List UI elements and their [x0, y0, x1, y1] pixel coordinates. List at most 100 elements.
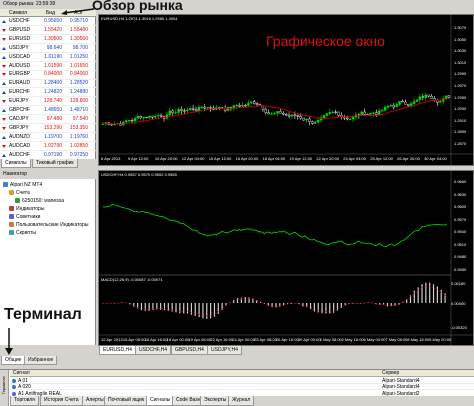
col-symbol[interactable]: Символ: [9, 9, 27, 17]
candle-body: [398, 101, 401, 105]
market-watch-row[interactable]: USDCHF 0.95650 0.95710: [0, 17, 96, 27]
macd-bar: [190, 303, 193, 315]
terminal-tab[interactable]: Журнал: [228, 396, 255, 406]
bid-price: 1.28460: [43, 80, 62, 87]
navigator-item[interactable]: Советники: [9, 213, 40, 221]
tab-common[interactable]: Общие: [1, 356, 26, 365]
market-watch-row[interactable]: USDCAD 1.01190 1.01250: [0, 53, 96, 62]
symbol-name: GBPUSD: [9, 26, 31, 33]
candle-body: [447, 95, 451, 98]
candle-body: [444, 95, 448, 99]
signal-name: A 01: [18, 378, 29, 384]
terminal-tab[interactable]: Почтовый ящик: [104, 396, 149, 406]
market-watch-row[interactable]: GBPJPY 153.290 153.350: [0, 124, 96, 133]
macd-bar: [313, 303, 315, 312]
time-tick-label: 22 Apr 20:00: [316, 156, 340, 161]
market-watch-row[interactable]: EURCHF 1.24820 1.24880: [0, 88, 96, 98]
navigator-item[interactable]: Скрипты: [9, 229, 36, 237]
navigator-item[interactable]: Alpari NZ MT4: [3, 181, 42, 189]
candle-body: [174, 112, 177, 114]
time-tick-label: 16 Apr 20:00: [235, 156, 259, 161]
market-watch-row[interactable]: USDJPY 98.640 98.700: [0, 44, 96, 53]
candle-body: [392, 105, 395, 108]
signal-icon: [12, 385, 16, 390]
candle-body: [125, 120, 128, 123]
terminal-tab[interactable]: Эксперты: [200, 396, 231, 406]
candle-body: [186, 109, 189, 111]
signal-row[interactable]: A 020 Alpari-Standard4: [10, 384, 474, 391]
market-watch-row[interactable]: EURUSD 1.30500 1.30560: [0, 35, 96, 44]
candle-body: [206, 107, 209, 109]
col-bid[interactable]: Бид: [46, 9, 55, 17]
candle-body: [157, 115, 160, 117]
moving-average-line: [102, 98, 450, 125]
time-tick-label: 24 Apr 00:00: [232, 337, 255, 342]
candle-body: [348, 118, 352, 120]
price-tick-label: 1.2990: [454, 71, 467, 77]
macd-bar: [156, 303, 158, 310]
time-tick-label: 26 Apr 16:00: [276, 337, 299, 342]
macd-bar: [133, 303, 135, 307]
price-tick-label: 1.2930: [454, 106, 467, 112]
navigator-item[interactable]: Счета: [9, 189, 30, 197]
experts-icon: [9, 214, 14, 219]
candle-body: [261, 105, 265, 110]
time-tick-label: 15 Apr 08:00: [122, 337, 146, 342]
market-watch-row[interactable]: GBPUSD 1.55420 1.55480: [0, 26, 96, 36]
ask-price: 1.24880: [69, 89, 88, 96]
chart-usdchf-h4[interactable]: USDCHF,H4 0.9557 0.9570 0.9552 0.9565 MA…: [98, 170, 474, 346]
market-watch-row[interactable]: EURGBP 0.84000 0.84060: [0, 70, 96, 80]
col-server[interactable]: Сервер: [382, 370, 399, 377]
tab-favorites[interactable]: Избранное: [24, 356, 58, 365]
macd-bar: [336, 303, 339, 311]
macd-bar: [440, 289, 442, 303]
terminal-tab[interactable]: История Счета: [40, 396, 83, 406]
candle-body: [270, 113, 273, 115]
signals-header: Сигнал Сервер: [10, 370, 474, 377]
market-watch-row[interactable]: EURJPY 128.740 128.800: [0, 97, 96, 107]
navigator-item[interactable]: Пользовательские Индикаторы: [9, 221, 89, 229]
navigator-item[interactable]: Индикаторы: [9, 205, 44, 213]
macd-bar: [417, 287, 419, 303]
time-tick-label: 12 Apr 2013: [101, 337, 123, 342]
candle-body: [127, 120, 131, 122]
chart-tab[interactable]: EURUSD,H4: [99, 346, 136, 355]
terminal-tab[interactable]: Торговля: [10, 396, 39, 406]
market-watch-row[interactable]: AUDNZD 1.19700 1.19760: [0, 133, 96, 142]
candle-body: [130, 120, 134, 122]
candle-body: [136, 116, 140, 119]
col-signal[interactable]: Сигнал: [13, 370, 30, 377]
arrow-down-icon: [2, 37, 6, 41]
candle-body: [279, 111, 282, 114]
tab-symbols[interactable]: Символы: [1, 159, 31, 168]
candle-body: [267, 112, 270, 115]
candle-body: [395, 104, 398, 108]
candle-body: [316, 120, 320, 123]
price-tick-label: 1.3010: [454, 59, 467, 65]
macd-bar: [436, 286, 438, 303]
candle-body: [154, 115, 157, 118]
price-tick-label: 1.2950: [454, 94, 467, 100]
market-watch-row[interactable]: AUDCAD 1.02790 1.02850: [0, 142, 96, 151]
annotation-market-watch: Обзор рынка: [92, 0, 183, 13]
candle-body: [424, 94, 427, 98]
symbol-name: AUDUSD: [9, 62, 31, 69]
macd-tick-label: 0.00160: [451, 281, 466, 286]
terminal-tab[interactable]: Сигналы: [146, 396, 175, 406]
market-watch-row[interactable]: GBPCHF 1.48650 1.48710: [0, 106, 96, 116]
market-watch-row[interactable]: EURAUD 1.28460 1.28520: [0, 79, 96, 89]
candle-body: [183, 110, 186, 112]
chart-tab[interactable]: USDCHF,H4: [135, 346, 172, 355]
macd-tick-label: 0.00000: [451, 301, 466, 306]
signal-row[interactable]: A 01 Alpari-Standard4: [10, 378, 474, 384]
price-line: [102, 203, 448, 248]
symbol-name: EURAUD: [9, 80, 31, 87]
tab-tick-chart[interactable]: Тиковый график: [32, 159, 78, 168]
chart-tabs: EURUSD,H4 USDCHF,H4 GBPUSD,H4 USDJPY,H4: [98, 346, 474, 355]
candle-body: [250, 101, 253, 104]
market-watch-row[interactable]: CADJPY 97.480 97.540: [0, 115, 96, 125]
chart-tab[interactable]: USDJPY,H4: [207, 346, 242, 355]
market-watch-row[interactable]: AUDUSD 1.01590 1.01650: [0, 62, 96, 71]
chart-tab[interactable]: GBPUSD,H4: [171, 346, 208, 355]
navigator-item[interactable]: 6250150: wanessa: [15, 197, 64, 205]
